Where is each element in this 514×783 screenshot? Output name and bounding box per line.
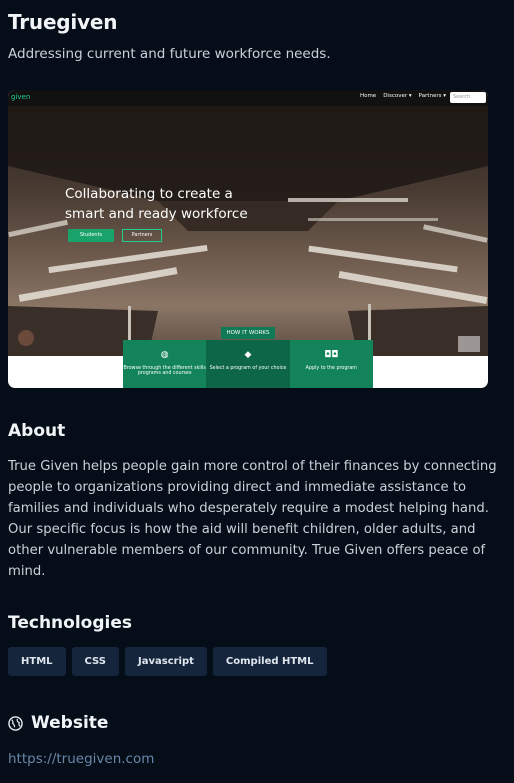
glasses-icon: ◘◘	[324, 350, 339, 360]
screenshot-nav-item: Partners ▾	[418, 93, 446, 99]
screenshot-how-it-works-tab: HOW IT WORKS	[221, 327, 275, 339]
globe-icon: ◍	[160, 350, 169, 360]
about-text: True Given helps people gain more contro…	[8, 459, 497, 579]
screenshot-navbar: given Home Discover ▾ Partners ▾ Search	[8, 90, 488, 106]
screenshot-step-text: Browse through the different skills prog…	[123, 366, 206, 376]
screenshot-step-text: Select a program of your choice	[209, 366, 287, 371]
tech-tag-html: HTML	[8, 647, 66, 676]
screenshot-logo: given	[11, 93, 31, 101]
website-heading: Website	[31, 713, 109, 733]
screenshot-hero: Collaborating to create a smart and read…	[8, 106, 488, 356]
about-heading: About	[8, 421, 66, 441]
screenshot-steps: ◍ Browse through the different skills pr…	[123, 340, 373, 388]
screenshot-nav-item: Discover ▾	[383, 93, 412, 99]
screenshot-step-card: ◍ Browse through the different skills pr…	[123, 340, 207, 388]
cube-icon: ◆	[244, 350, 252, 360]
screenshot-search: Search	[450, 92, 486, 103]
project-screenshot: given Home Discover ▾ Partners ▾ Search	[8, 90, 488, 388]
tech-tag-javascript: Javascript	[125, 647, 207, 676]
tech-tag-compiled-html: Compiled HTML	[212, 647, 327, 676]
technologies-heading: Technologies	[8, 613, 132, 633]
website-heading-row: Website	[8, 713, 108, 733]
screenshot-step-card: ◆ Select a program of your choice	[206, 340, 290, 388]
tech-tag-css: CSS	[71, 647, 119, 676]
globe-icon	[8, 715, 23, 731]
screenshot-step-text: Apply to the program	[305, 366, 357, 371]
website-link[interactable]: https://truegiven.com	[8, 751, 154, 767]
screenshot-nav: Home Discover ▾ Partners ▾	[360, 93, 446, 99]
screenshot-partners-button: Partners	[122, 229, 162, 242]
screenshot-hero-heading: Collaborating to create a smart and read…	[65, 186, 248, 222]
project-title: Truegiven	[8, 10, 118, 34]
screenshot-students-button: Students	[68, 229, 114, 242]
screenshot-step-card: ◘◘ Apply to the program	[289, 340, 373, 388]
technology-tags: HTML CSS Javascript Compiled HTML	[8, 647, 327, 676]
project-subtitle: Addressing current and future workforce …	[8, 46, 331, 62]
screenshot-nav-item: Home	[359, 93, 377, 99]
